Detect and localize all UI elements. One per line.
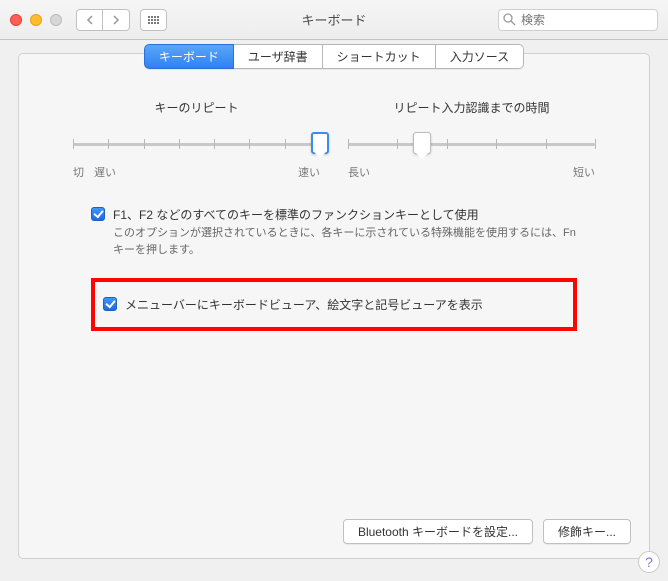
tab-keyboard[interactable]: キーボード	[144, 44, 234, 69]
highlighted-option: メニューバーにキーボードビューア、絵文字と記号ビューアを表示	[91, 278, 577, 331]
slider-track[interactable]	[73, 132, 320, 158]
slider-label: リピート入力認識までの時間	[348, 99, 595, 116]
nav-buttons	[76, 9, 130, 31]
footer-buttons: Bluetooth キーボードを設定... 修飾キー...	[343, 519, 631, 544]
fn-keys-row: F1、F2 などのすべてのキーを標準のファンクションキーとして使用	[91, 206, 577, 223]
segmented-control: キーボード ユーザ辞書 ショートカット 入力ソース	[144, 44, 524, 69]
bluetooth-button[interactable]: Bluetooth キーボードを設定...	[343, 519, 533, 544]
viewer-checkbox[interactable]	[103, 297, 117, 311]
key-repeat-slider: キーのリピート 切遅い 速い	[59, 99, 334, 180]
slider-thumb[interactable]	[311, 132, 329, 154]
back-button[interactable]	[76, 9, 103, 31]
sliders-row: キーのリピート 切遅い 速い リピート入力認識までの時間	[19, 69, 649, 190]
slider-thumb[interactable]	[413, 132, 431, 154]
search-icon	[503, 13, 516, 26]
minimize-icon[interactable]	[30, 14, 42, 26]
tab-shortcuts[interactable]: ショートカット	[323, 44, 436, 69]
search-wrap	[498, 9, 658, 31]
forward-button[interactable]	[103, 9, 130, 31]
slider-sublabels: 切遅い 速い	[73, 164, 320, 180]
viewer-label: メニューバーにキーボードビューア、絵文字と記号ビューアを表示	[125, 296, 483, 313]
main-panel: キーボード ユーザ辞書 ショートカット 入力ソース キーのリピート	[18, 53, 650, 559]
tab-input-sources[interactable]: 入力ソース	[436, 44, 524, 69]
show-all-button[interactable]	[140, 9, 167, 31]
options-area: F1、F2 などのすべてのキーを標準のファンクションキーとして使用 このオプショ…	[19, 190, 649, 341]
tab-user-dict[interactable]: ユーザ辞書	[234, 44, 323, 69]
help-button[interactable]: ?	[638, 551, 660, 573]
traffic-lights	[10, 14, 62, 26]
fn-keys-desc: このオプションが選択されているときに、各キーに示されている特殊機能を使用するには…	[113, 225, 577, 258]
titlebar: キーボード	[0, 0, 668, 40]
search-input[interactable]	[498, 9, 658, 31]
zoom-icon	[50, 14, 62, 26]
slider-sublabels: 長い 短い	[348, 164, 595, 180]
chevron-left-icon	[86, 15, 94, 25]
viewer-row: メニューバーにキーボードビューア、絵文字と記号ビューアを表示	[103, 296, 565, 313]
fn-keys-label: F1、F2 などのすべてのキーを標準のファンクションキーとして使用	[113, 206, 479, 223]
window-title: キーボード	[301, 10, 366, 29]
slider-label: キーのリピート	[73, 99, 320, 116]
close-icon[interactable]	[10, 14, 22, 26]
fn-keys-checkbox[interactable]	[91, 207, 105, 221]
tabs: キーボード ユーザ辞書 ショートカット 入力ソース	[19, 44, 649, 69]
chevron-right-icon	[112, 15, 120, 25]
modifier-keys-button[interactable]: 修飾キー...	[543, 519, 631, 544]
slider-track[interactable]	[348, 132, 595, 158]
delay-slider: リピート入力認識までの時間 長い 短い	[334, 99, 609, 180]
grid-icon	[148, 16, 159, 24]
